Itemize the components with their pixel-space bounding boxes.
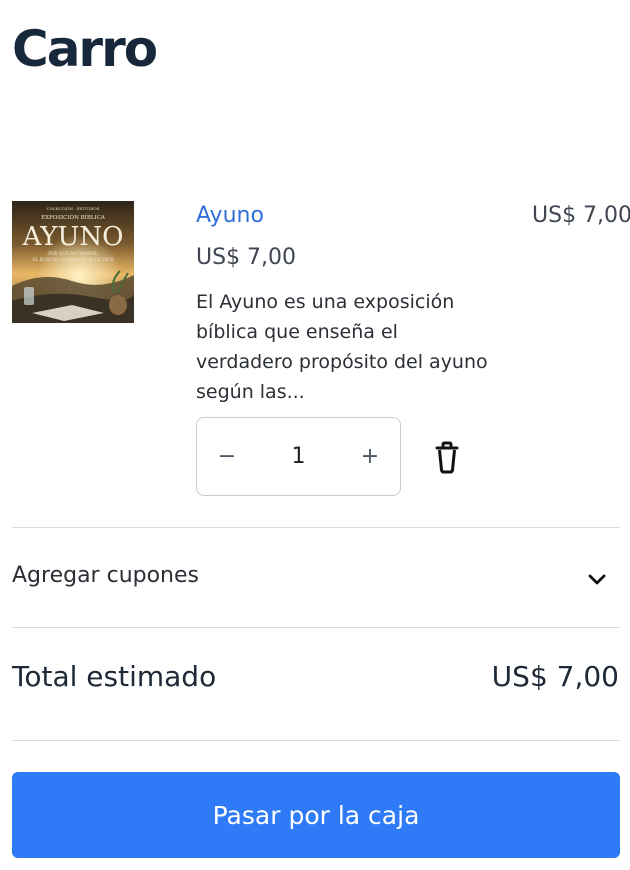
quantity-stepper: − + <box>196 417 401 496</box>
estimated-total-value: US$ 7,00 <box>491 660 619 693</box>
quantity-input[interactable] <box>257 418 340 495</box>
product-description: El Ayuno es una exposición bíblica que e… <box>196 291 488 403</box>
cover-subtitle-line1: POR QUÉ AYUNAMOS, <box>48 251 98 256</box>
unit-price: US$ 7,00 <box>196 245 297 270</box>
chevron-down-icon <box>588 574 606 585</box>
line-total-price: US$ 7,00 <box>532 203 630 228</box>
divider <box>12 740 620 741</box>
cover-kicker-text: EXPOSICIÓN BÍBLICA <box>41 213 106 221</box>
trash-icon <box>435 441 459 474</box>
checkout-button[interactable]: Pasar por la caja <box>12 772 620 858</box>
page-title: Carro <box>12 20 158 78</box>
add-coupons-label: Agregar cupones <box>12 563 199 588</box>
cover-subtitle-line2: AL BUSCAR LA PRESENCIA DE DIOS <box>31 257 113 262</box>
remove-item-button[interactable] <box>431 439 463 475</box>
book-cover-image: COLECCIÓN · ESTUDIOS EXPOSICIÓN BÍBLICA … <box>12 201 134 323</box>
increase-quantity-button[interactable]: + <box>340 418 400 495</box>
product-name-link[interactable]: Ayuno <box>196 203 264 228</box>
add-coupons-toggle[interactable]: Agregar cupones <box>12 528 620 627</box>
cover-title-text: AYUNO <box>22 222 124 252</box>
decrease-quantity-button[interactable]: − <box>197 418 257 495</box>
cover-publisher-text: COLECCIÓN · ESTUDIOS <box>47 206 100 211</box>
estimated-total-label: Total estimado <box>12 660 217 693</box>
product-thumbnail[interactable]: COLECCIÓN · ESTUDIOS EXPOSICIÓN BÍBLICA … <box>12 201 134 323</box>
divider <box>12 627 620 628</box>
